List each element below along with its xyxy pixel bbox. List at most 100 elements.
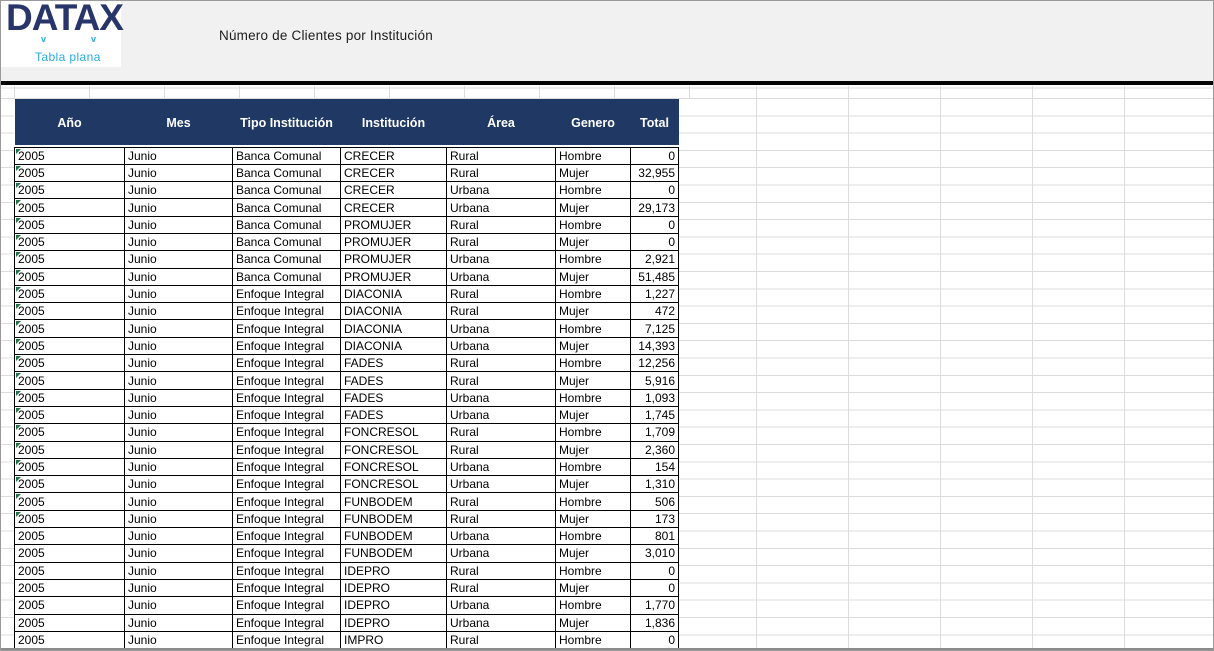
cell[interactable]: Enfoque Integral xyxy=(232,319,341,338)
cell[interactable]: 2,921 xyxy=(630,250,679,269)
cell[interactable]: FONCRESOL xyxy=(340,423,447,442)
cell[interactable]: Mujer xyxy=(555,509,631,529)
cell[interactable]: Hombre xyxy=(555,423,631,442)
cell[interactable]: Urbana xyxy=(446,613,556,632)
cell[interactable]: Hombre xyxy=(555,250,631,269)
cell[interactable]: Rural xyxy=(446,215,556,234)
cell[interactable]: Mujer xyxy=(555,475,631,494)
cell[interactable]: FONCRESOL xyxy=(340,457,447,477)
cell[interactable]: Junio xyxy=(124,302,233,321)
cell[interactable]: CRECER xyxy=(340,146,447,165)
cell[interactable]: 1,310 xyxy=(630,475,679,494)
cell[interactable]: Urbana xyxy=(446,405,556,425)
cell[interactable]: FADES xyxy=(340,354,447,373)
cell[interactable]: 2005 xyxy=(14,405,125,425)
cell[interactable]: Junio xyxy=(124,354,233,373)
cell[interactable]: 2005 xyxy=(14,267,125,286)
cell[interactable]: Junio xyxy=(124,198,233,217)
cell[interactable]: Enfoque Integral xyxy=(232,302,341,321)
cell[interactable]: Mujer xyxy=(555,163,631,183)
cell[interactable]: Mujer xyxy=(555,232,631,252)
column-header-genero[interactable]: Genero xyxy=(555,99,631,147)
cell[interactable]: 472 xyxy=(630,302,679,321)
cell[interactable]: 2005 xyxy=(14,319,125,338)
cell[interactable]: 2005 xyxy=(14,457,125,477)
cell[interactable]: Rural xyxy=(446,509,556,529)
cell[interactable]: 0 xyxy=(630,578,679,598)
cell[interactable]: 32,955 xyxy=(630,163,679,183)
cell[interactable]: Urbana xyxy=(446,319,556,338)
cell[interactable]: Banca Comunal xyxy=(232,232,341,252)
cell[interactable]: CRECER xyxy=(340,181,447,200)
cell[interactable]: Hombre xyxy=(555,284,631,304)
column-header-año[interactable]: Año xyxy=(14,99,125,147)
cell[interactable]: 0 xyxy=(630,561,679,580)
cell[interactable]: IDEPRO xyxy=(340,561,447,580)
cell[interactable]: Enfoque Integral xyxy=(232,596,341,615)
cell[interactable]: Enfoque Integral xyxy=(232,475,341,494)
cell[interactable]: Mujer xyxy=(555,613,631,632)
cell[interactable]: PROMUJER xyxy=(340,232,447,252)
cell[interactable]: 1,093 xyxy=(630,388,679,407)
cell[interactable]: 29,173 xyxy=(630,198,679,217)
cell[interactable]: 5,916 xyxy=(630,371,679,390)
cell[interactable]: Banca Comunal xyxy=(232,181,341,200)
cell[interactable]: Junio xyxy=(124,336,233,356)
cell[interactable]: PROMUJER xyxy=(340,267,447,286)
cell[interactable]: 0 xyxy=(630,146,679,165)
cell[interactable]: Junio xyxy=(124,457,233,477)
cell[interactable]: Rural xyxy=(446,354,556,373)
cell[interactable]: Enfoque Integral xyxy=(232,527,341,546)
cell[interactable]: Banca Comunal xyxy=(232,146,341,165)
cell[interactable]: 506 xyxy=(630,492,679,511)
cell[interactable]: Banca Comunal xyxy=(232,215,341,234)
cell[interactable]: 2005 xyxy=(14,250,125,269)
cell[interactable]: PROMUJER xyxy=(340,250,447,269)
cell[interactable]: Rural xyxy=(446,578,556,598)
cell[interactable]: Rural xyxy=(446,302,556,321)
cell[interactable]: 0 xyxy=(630,215,679,234)
cell[interactable]: Junio xyxy=(124,423,233,442)
cell[interactable]: Rural xyxy=(446,232,556,252)
cell[interactable]: Junio xyxy=(124,284,233,304)
cell[interactable]: 2005 xyxy=(14,163,125,183)
column-header-área[interactable]: Área xyxy=(446,99,556,147)
cell[interactable]: Mujer xyxy=(555,440,631,459)
cell[interactable]: Junio xyxy=(124,319,233,338)
cell[interactable]: Junio xyxy=(124,440,233,459)
cell[interactable]: Hombre xyxy=(555,492,631,511)
cell[interactable]: Hombre xyxy=(555,561,631,580)
cell[interactable]: CRECER xyxy=(340,163,447,183)
cell[interactable]: Hombre xyxy=(555,354,631,373)
cell[interactable]: 14,393 xyxy=(630,336,679,356)
cell[interactable]: IMPRO xyxy=(340,630,447,650)
column-header-tipo-institución[interactable]: Tipo Institución xyxy=(232,99,341,147)
cell[interactable]: Rural xyxy=(446,630,556,650)
cell[interactable]: Enfoque Integral xyxy=(232,336,341,356)
cell[interactable]: Urbana xyxy=(446,336,556,356)
cell[interactable]: Mujer xyxy=(555,544,631,563)
cell[interactable]: Junio xyxy=(124,596,233,615)
cell[interactable]: FUNBODEM xyxy=(340,527,447,546)
cell[interactable]: Rural xyxy=(446,440,556,459)
cell[interactable]: Urbana xyxy=(446,198,556,217)
cell[interactable]: 1,745 xyxy=(630,405,679,425)
cell[interactable]: Junio xyxy=(124,630,233,650)
cell[interactable]: Enfoque Integral xyxy=(232,388,341,407)
cell[interactable]: Junio xyxy=(124,232,233,252)
cell[interactable]: FADES xyxy=(340,371,447,390)
cell[interactable]: Enfoque Integral xyxy=(232,405,341,425)
cell[interactable]: 2005 xyxy=(14,198,125,217)
cell[interactable]: 1,709 xyxy=(630,423,679,442)
cell[interactable]: DIACONIA xyxy=(340,284,447,304)
cell[interactable]: CRECER xyxy=(340,198,447,217)
cell[interactable]: DIACONIA xyxy=(340,302,447,321)
cell[interactable]: Urbana xyxy=(446,596,556,615)
cell[interactable]: Junio xyxy=(124,388,233,407)
column-header-total[interactable]: Total xyxy=(630,99,679,147)
cell[interactable]: IDEPRO xyxy=(340,578,447,598)
cell[interactable]: 2005 xyxy=(14,232,125,252)
cell[interactable]: Banca Comunal xyxy=(232,267,341,286)
cell[interactable]: 2005 xyxy=(14,527,125,546)
cell[interactable]: Junio xyxy=(124,371,233,390)
